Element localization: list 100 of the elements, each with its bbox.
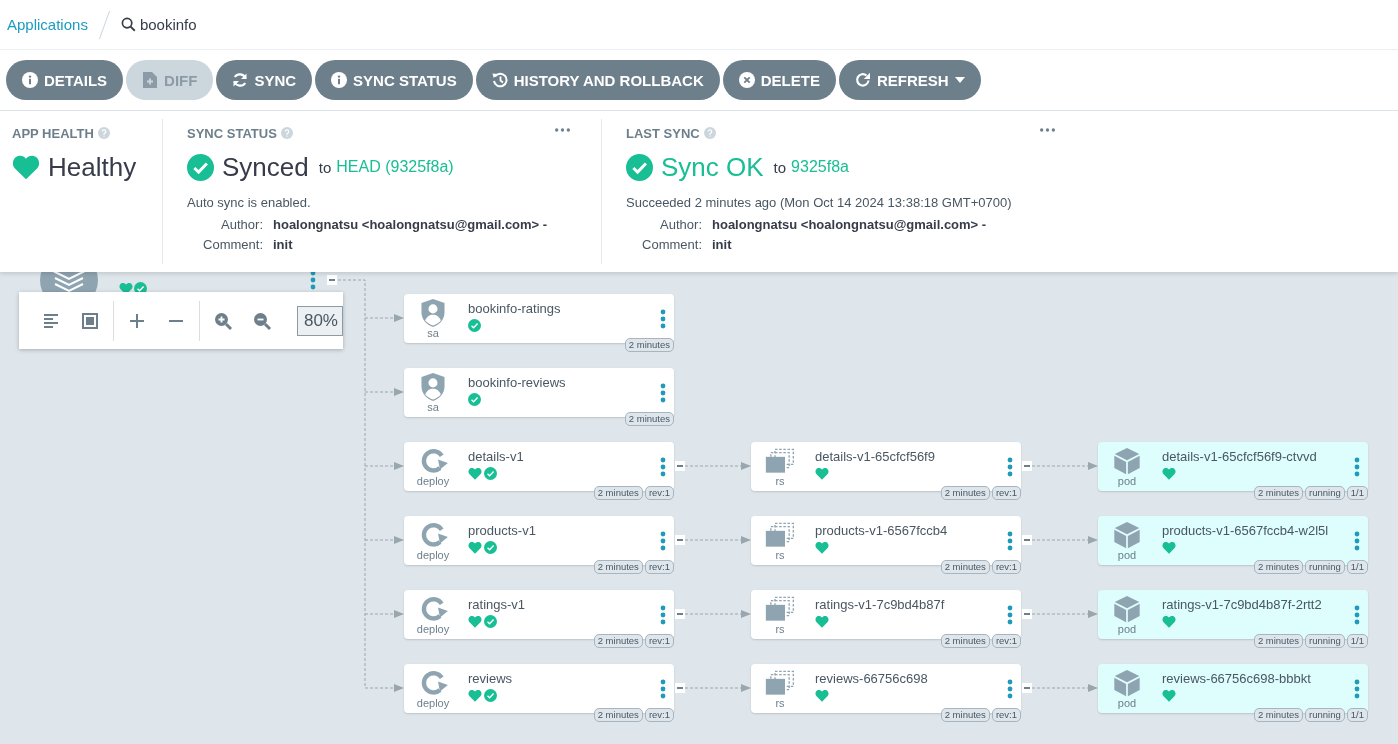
info-tag: 1/1 <box>1346 634 1368 648</box>
cube-icon <box>1112 595 1142 623</box>
stacked-squares-icon <box>765 669 795 697</box>
kebab-menu-button[interactable] <box>1007 679 1013 699</box>
resource-name: bookinfo-reviews <box>468 375 566 390</box>
kebab-menu-button[interactable] <box>1007 605 1013 625</box>
resource-name: bookinfo-ratings <box>468 301 561 316</box>
more-button[interactable] <box>555 127 571 133</box>
kebab-menu-button[interactable] <box>660 309 666 329</box>
resource-name: ratings-v1 <box>468 597 526 612</box>
kebab-menu-button[interactable] <box>1354 605 1360 625</box>
info-tag: rev:1 <box>644 708 674 722</box>
field-label: Comment: <box>202 237 263 252</box>
info-tag: 2 minutes <box>1253 560 1304 574</box>
info-tag: 2 minutes <box>940 486 990 500</box>
kebab-menu-button[interactable] <box>660 679 666 699</box>
info-tag: 2 minutes <box>1253 634 1304 648</box>
resource-kind-label: deploy <box>416 549 450 561</box>
resource-node[interactable]: rs details-v1-65cfcf56f9 <box>751 442 1021 491</box>
resource-node[interactable]: deploy products-v1 <box>404 516 674 565</box>
resource-node[interactable]: rs products-v1-6567fccb4 <box>751 516 1021 565</box>
zoom-level-field[interactable]: 80% <box>296 305 343 336</box>
action-button[interactable]: HISTORY AND ROLLBACK <box>475 60 720 100</box>
kebab-menu-button[interactable] <box>1354 531 1360 551</box>
resource-name: products-v1-6567fccb4-w2l5l <box>1162 523 1329 538</box>
collapse-button[interactable] <box>675 461 685 471</box>
resource-node[interactable]: rs ratings-v1-7c9bd4b87f <box>751 590 1021 639</box>
resource-name: reviews-66756c698 <box>815 671 928 686</box>
resource-node[interactable]: rs reviews-66756c698 <box>751 664 1021 713</box>
action-button[interactable]: DETAILS <box>6 60 124 100</box>
resource-kind-label: pod <box>1117 623 1137 635</box>
sync-status-text: Synced <box>222 151 309 183</box>
stacked-squares-icon <box>765 521 795 549</box>
collapse-button[interactable] <box>1022 535 1032 545</box>
resource-kind-label: pod <box>1117 475 1137 487</box>
collapse-button[interactable] <box>1022 609 1032 619</box>
section-title: SYNC STATUS <box>187 125 277 141</box>
kebab-menu-button[interactable] <box>1007 457 1013 477</box>
resource-node[interactable]: sa bookinfo-reviews <box>404 368 674 417</box>
resource-node[interactable]: deploy reviews <box>404 664 674 713</box>
resource-name: ratings-v1-7c9bd4b87f <box>815 597 945 612</box>
connector-arrow <box>1031 610 1098 618</box>
connector-arrow <box>684 536 751 544</box>
cube-icon <box>1112 447 1142 475</box>
sync-message: Succeeded 2 minutes ago (Mon Oct 14 2024 13:38:18 GMT+0700) <box>626 195 1013 210</box>
action-button[interactable]: REFRESH <box>838 60 981 100</box>
section-title: LAST SYNC <box>626 125 700 141</box>
kebab-menu-button[interactable] <box>660 383 666 403</box>
cube-icon <box>1112 669 1142 697</box>
collapse-button[interactable] <box>327 275 337 285</box>
field-label: Author: <box>220 217 263 232</box>
collapse-button[interactable] <box>675 683 685 693</box>
resource-node[interactable]: deploy ratings-v1 <box>404 590 674 639</box>
kebab-menu-button[interactable] <box>660 605 666 625</box>
info-tag: 2 minutes <box>1253 486 1304 500</box>
resource-kind-label: rs <box>775 623 785 635</box>
stacked-squares-icon <box>765 595 795 623</box>
resource-name: products-v1-6567fccb4 <box>815 523 948 538</box>
fit-screen-icon[interactable] <box>80 310 101 331</box>
collapse-button[interactable] <box>675 609 685 619</box>
info-tag: 2 minutes <box>593 634 643 648</box>
resource-name: reviews <box>468 671 513 686</box>
kebab-menu-button[interactable] <box>1354 679 1360 699</box>
action-button[interactable]: DELETE <box>722 60 836 100</box>
collapse-button[interactable] <box>675 535 685 545</box>
more-button[interactable] <box>1040 127 1056 133</box>
collapse-button[interactable] <box>1022 461 1032 471</box>
resource-node[interactable]: sa bookinfo-ratings <box>404 294 674 343</box>
resource-name: ratings-v1-7c9bd4b87f-2rtt2 <box>1162 597 1322 612</box>
info-tag: 1/1 <box>1346 560 1368 574</box>
resource-kind-label: rs <box>775 549 785 561</box>
health-status-text: Healthy <box>48 151 137 183</box>
info-tag: 2 minutes <box>624 338 674 352</box>
field-label: Author: <box>659 217 702 232</box>
shield-user-icon <box>418 299 448 327</box>
zoom-out-icon[interactable] <box>252 310 273 331</box>
resource-node[interactable]: deploy details-v1 <box>404 442 674 491</box>
field-value: init <box>273 237 294 252</box>
info-tag: rev:1 <box>991 486 1021 500</box>
zoom-in-icon[interactable] <box>212 310 233 331</box>
action-button[interactable]: SYNC STATUS <box>315 60 473 100</box>
sync-message: Auto sync is enabled. <box>187 195 312 210</box>
kebab-menu-button[interactable] <box>660 457 666 477</box>
info-tag: rev:1 <box>991 634 1021 648</box>
cube-icon <box>1112 521 1142 549</box>
resource-kind-label: rs <box>775 475 785 487</box>
info-tag: 2 minutes <box>940 634 990 648</box>
resource-kind-label: deploy <box>416 475 450 487</box>
kebab-menu-button[interactable] <box>1007 531 1013 551</box>
help-icon <box>97 127 110 139</box>
kebab-menu-button[interactable] <box>660 531 666 551</box>
action-button[interactable]: SYNC <box>216 60 313 100</box>
resource-name: products-v1 <box>468 523 536 538</box>
resource-kind-label: sa <box>427 401 439 413</box>
connector-arrow <box>364 684 404 692</box>
info-tag: 1/1 <box>1346 708 1368 722</box>
refresh-icon <box>854 72 871 88</box>
field-label: Comment: <box>641 237 702 252</box>
kebab-menu-button[interactable] <box>1354 457 1360 477</box>
collapse-button[interactable] <box>1022 683 1032 693</box>
